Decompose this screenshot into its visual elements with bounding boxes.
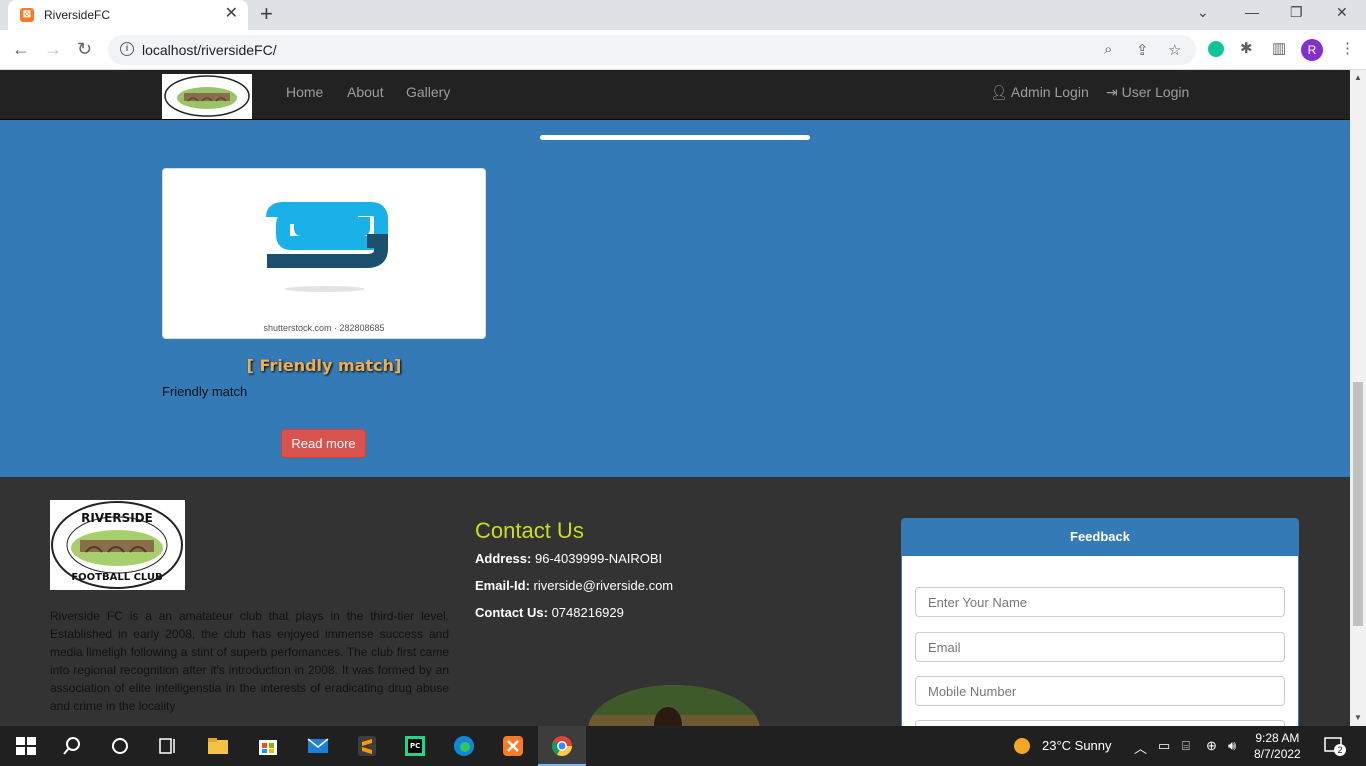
contact-heading: Contact Us [475,518,584,543]
feedback-heading: Feedback [902,519,1298,556]
player-photo-image [588,685,760,726]
windows-start-icon[interactable] [14,734,38,758]
address-label: Address: [475,551,532,566]
g-logo-image [266,202,388,292]
footer-logo: RIVERSIDE FOOTBALL CLUB [50,500,185,590]
windows-taskbar: PC 23°C Sunny ︿ ▭ ⌸ ⊕ 🔊︎ 9:28 AM 8/7/202… [0,726,1366,766]
notification-count: 2 [1337,745,1342,755]
image-watermark: shutterstock.com · 282808685 [263,323,385,333]
email-label: Email-Id: [475,578,530,593]
user-login-link[interactable]: ⇥ User Login [1106,84,1189,101]
page-viewport: Home About Gallery 👤︎ Admin Login ⇥ User… [0,70,1350,726]
close-window-button[interactable]: ✕ [1336,4,1348,21]
close-tab-icon[interactable]: ✕ [225,5,238,23]
scroll-up-icon[interactable]: ▲ [1354,73,1362,82]
admin-login-link[interactable]: 👤︎ Admin Login [990,84,1089,101]
read-more-button[interactable]: Read more [281,429,366,458]
contact-phone: Contact Us: 0748216929 [475,605,624,620]
user-login-label: User Login [1121,84,1190,100]
mobile-field[interactable] [915,676,1285,706]
browser-menu-icon[interactable]: ⋮ [1340,39,1355,57]
zoom-icon[interactable]: ⌕ [1104,41,1112,58]
minimize-button[interactable]: — [1245,4,1259,20]
clock-date: 8/7/2022 [1254,747,1301,761]
task-view-icon[interactable] [156,734,180,758]
search-icon[interactable] [60,734,84,758]
edge-icon[interactable] [452,734,476,758]
mail-icon[interactable] [306,734,330,758]
extensions-puzzle-icon[interactable]: ✱ [1240,39,1253,57]
events-section: shutterstock.com · 282808685 [ Friendly … [0,120,1350,477]
crest-bottom-text: FOOTBALL CLUB [71,572,162,583]
contact-email: Email-Id: riverside@riverside.com [475,578,673,593]
email-value: riverside@riverside.com [529,578,674,593]
globe-icon[interactable]: ⊕ [1206,738,1217,754]
event-title: [ Friendly match] [246,356,402,375]
player-photo [588,685,760,726]
address-value: 96-4039999-NAIROBI [531,551,663,566]
scroll-down-icon[interactable]: ▼ [1354,713,1362,722]
xampp-icon[interactable] [501,734,525,758]
forward-icon[interactable]: → [44,38,62,60]
browser-toolbar: ← → ↻ i localhost/riversideFC/ ⌕ ⇪ ☆ ✱ ▥… [0,30,1366,70]
name-field[interactable] [915,587,1285,617]
club-crest-icon [164,75,250,117]
feedback-panel: Feedback [901,518,1299,726]
address-bar[interactable]: i localhost/riversideFC/ ⌕ ⇪ ☆ [108,35,1196,65]
meet-now-icon[interactable]: ▭ [1158,738,1170,754]
new-tab-button[interactable]: + [260,3,273,25]
url-text: localhost/riversideFC/ [142,42,277,58]
event-image[interactable]: shutterstock.com · 282808685 [162,168,486,339]
tab-search-icon[interactable]: ⌄ [1197,4,1209,21]
club-crest-icon: RIVERSIDE FOOTBALL CLUB [51,501,183,589]
phone-value: 0748216929 [547,605,624,620]
tray-chevron-icon[interactable]: ︿ [1134,738,1147,757]
share-icon[interactable]: ⇪ [1136,41,1149,59]
cortana-icon[interactable] [108,734,132,758]
nav-home[interactable]: Home [286,84,323,100]
tab-title: RiversideFC [44,8,111,22]
crest-top-text: RIVERSIDE [81,511,153,525]
admin-login-label: Admin Login [1010,84,1089,100]
site-info-icon[interactable]: i [120,42,134,56]
notification-center-icon[interactable]: 2 [1324,736,1346,759]
svg-text:PC: PC [410,742,420,750]
nav-about[interactable]: About [347,84,384,100]
file-explorer-icon[interactable] [206,734,230,758]
nav-gallery[interactable]: Gallery [406,84,450,100]
email-field[interactable] [915,632,1285,662]
reload-icon[interactable]: ↻ [77,38,92,60]
club-about-text: Riverside FC is a an amatateur club that… [50,609,449,713]
browser-tab-strip: ⊠ RiversideFC ✕ + ⌄ — ❐ ✕ [0,0,1366,30]
volume-icon[interactable]: 🔊︎ [1228,738,1236,754]
site-navbar: Home About Gallery 👤︎ Admin Login ⇥ User… [0,70,1350,120]
site-footer: RIVERSIDE FOOTBALL CLUB Riverside FC is … [0,477,1350,726]
scrollbar-thumb[interactable] [1353,382,1363,626]
chrome-icon[interactable] [550,734,574,758]
weather-sun-icon[interactable] [1012,736,1032,759]
grammarly-extension-icon[interactable] [1208,41,1224,57]
sublime-text-icon[interactable] [355,734,379,758]
login-icon: ⇥ [1106,84,1118,100]
microsoft-store-icon[interactable] [256,734,280,758]
network-icon[interactable]: ⌸ [1182,738,1190,754]
clock-time: 9:28 AM [1255,731,1300,745]
profile-avatar[interactable]: R [1301,39,1323,61]
event-description: Friendly match [162,384,248,399]
xampp-icon: ⊠ [20,8,34,22]
back-icon[interactable]: ← [12,38,30,60]
weather-text[interactable]: 23°C Sunny [1042,738,1112,753]
site-logo[interactable] [162,74,252,119]
page-scrollbar[interactable]: ▲ ▼ [1350,70,1366,726]
browser-tab[interactable]: ⊠ RiversideFC ✕ [8,0,248,30]
pycharm-icon[interactable]: PC [403,734,427,758]
contact-address: Address: 96-4039999-NAIROBI [475,551,662,566]
restore-button[interactable]: ❐ [1290,4,1303,21]
user-icon: 👤︎ [990,84,1008,100]
section-divider [540,135,810,140]
side-panel-icon[interactable]: ▥ [1272,39,1286,57]
phone-label: Contact Us: [475,605,548,620]
bookmark-star-icon[interactable]: ☆ [1168,41,1181,59]
system-clock[interactable]: 9:28 AM 8/7/2022 [1254,730,1301,762]
